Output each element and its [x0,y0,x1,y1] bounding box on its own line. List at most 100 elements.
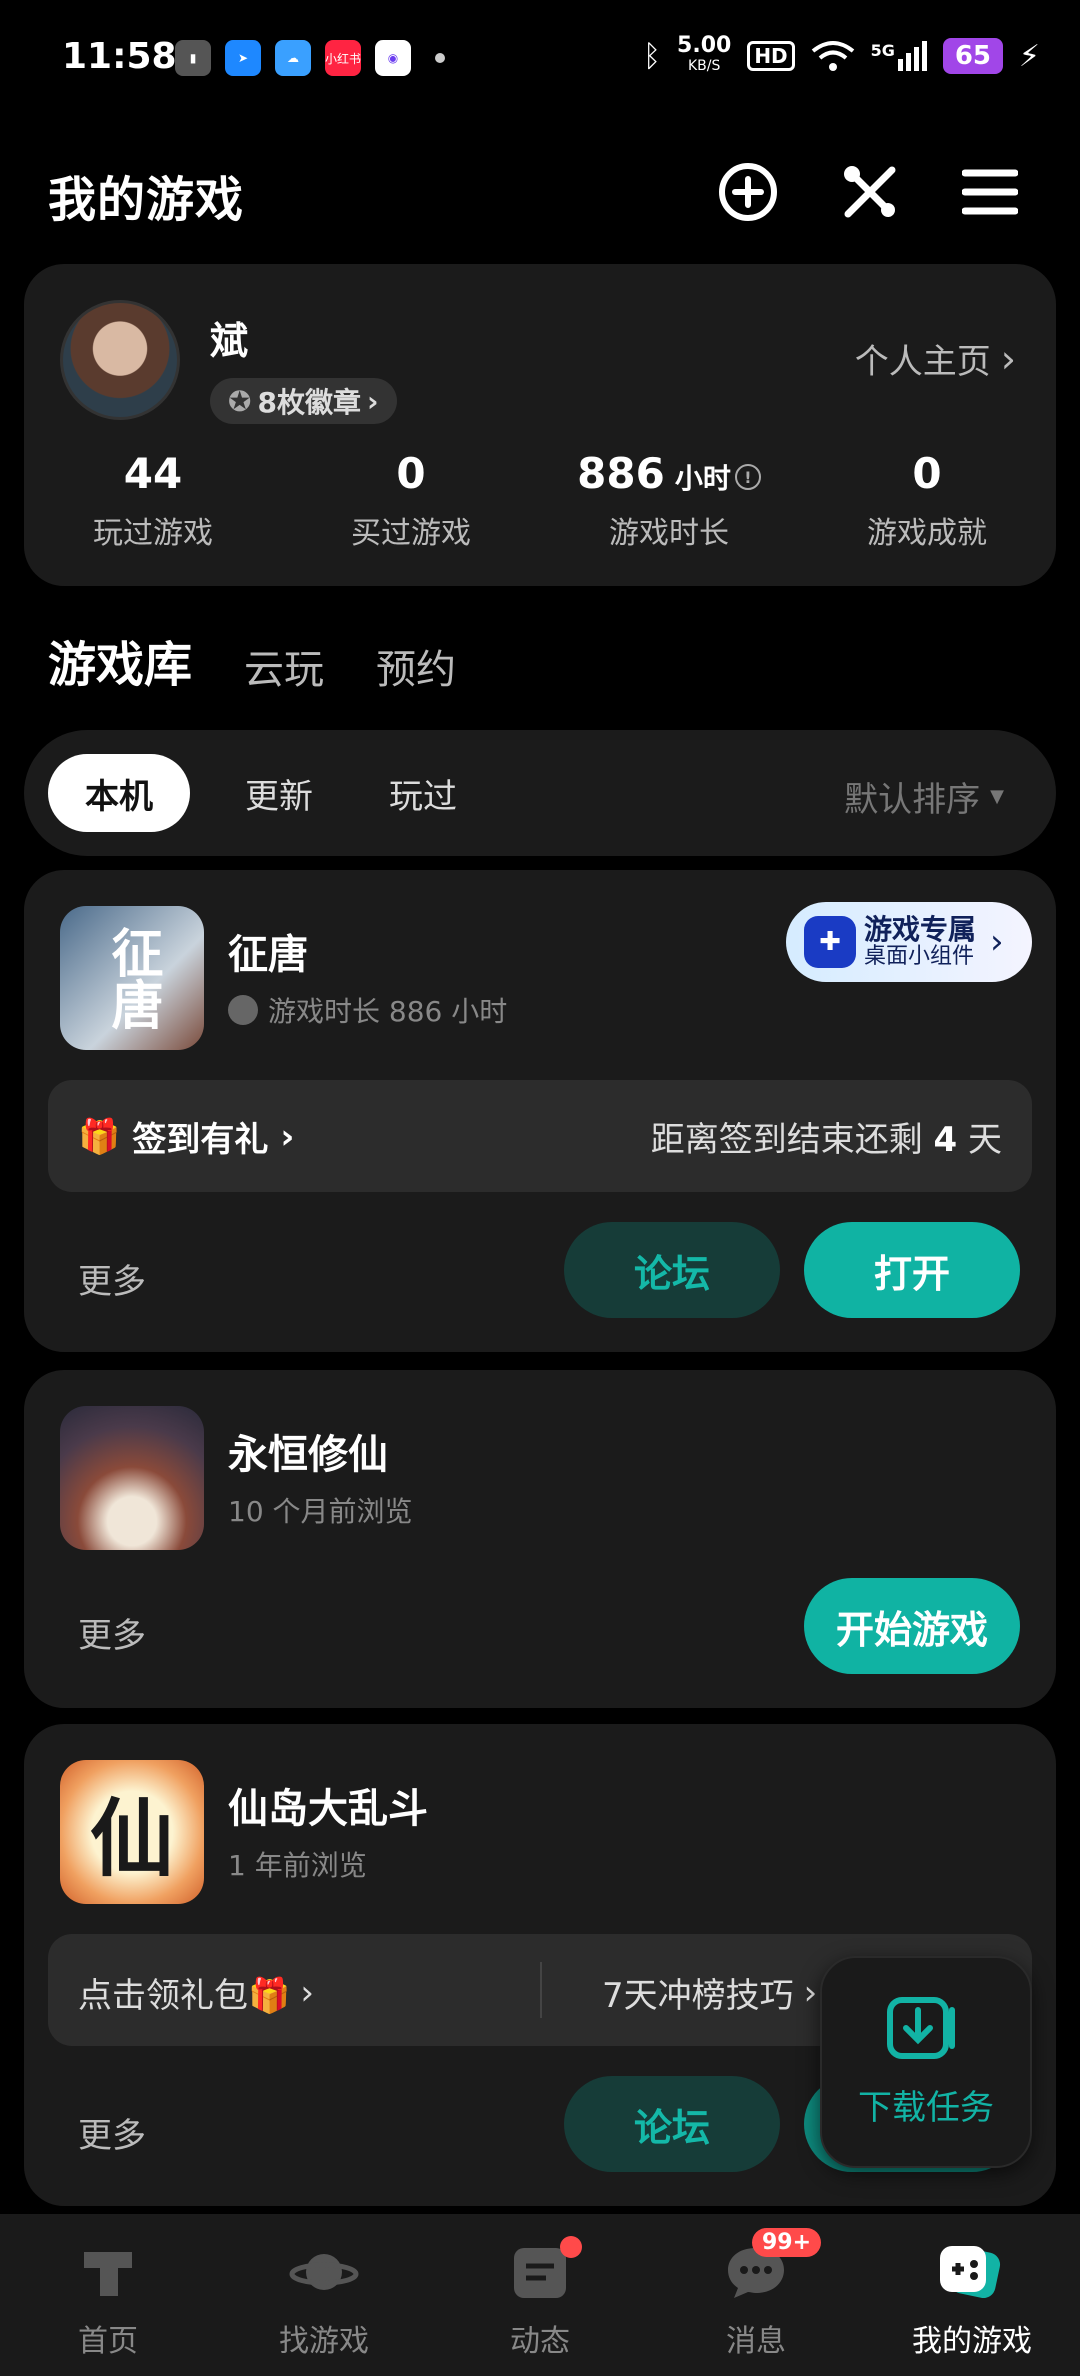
nav-my-games[interactable]: 我的游戏 [864,2214,1080,2376]
stat-value: 0 [912,449,942,498]
caret-down-icon: ▼ [990,786,1004,807]
divider [540,1962,542,2018]
nav-messages[interactable]: 99+ 消息 [648,2214,864,2376]
hd-icon: HD [747,41,795,71]
badges-label: 8枚徽章 [257,386,361,419]
game-subtitle: 1 年前浏览 [228,1849,367,1882]
app-header: 我的游戏 [0,150,1080,230]
more-link[interactable]: 更多 [78,2108,146,2157]
status-time: 11:58 [62,36,177,77]
stat-bought[interactable]: 0 买过游戏 [282,449,540,552]
nav-discover[interactable]: 找游戏 [216,2214,432,2376]
filter-updates[interactable]: 更新 [208,754,350,832]
game-logo-text: 仙 [89,1788,174,1888]
notification-app-icon: ➤ [225,40,261,76]
sort-label: 默认排序 [844,780,981,820]
gamepad-icon: ✚ [804,916,856,968]
nav-home[interactable]: 首页 [0,2214,216,2376]
notification-dot [560,2236,582,2258]
game-logo-text: 征唐 [102,926,163,1030]
open-button[interactable]: 打开 [804,1222,1020,1318]
game-icon[interactable]: 仙 [60,1760,204,1904]
gift-pack-label: 点击领礼包🎁 [78,1976,291,2016]
notification-app-icon: ◉ [375,40,411,76]
stat-label: 买过游戏 [351,516,471,551]
gift-icon: 🎁 [78,1116,121,1157]
desktop-widget-button[interactable]: ✚ 游戏专属 桌面小组件 › [786,902,1032,982]
game-name[interactable]: 仙岛大乱斗 [228,1776,428,1834]
chevron-right-icon: › [990,922,1004,962]
stat-achievements[interactable]: 0 游戏成就 [798,449,1056,552]
library-tabs: 游戏库 云玩 预约 [43,625,456,697]
more-link[interactable]: 更多 [78,1254,146,1303]
notification-app-icon: ▮ [175,40,211,76]
game-icon[interactable] [60,1406,204,1550]
start-game-button[interactable]: 开始游戏 [804,1578,1020,1674]
nav-label: 首页 [78,2324,138,2359]
charging-icon: ⚡ [1018,38,1040,74]
avatar[interactable] [60,300,180,420]
username: 斌 [210,319,249,363]
forum-button[interactable]: 论坛 [564,1222,780,1318]
sort-dropdown[interactable]: 默认排序 ▼ [844,772,1004,821]
playtime-text: 游戏时长 886 小时 [268,995,508,1028]
ranking-tips-link[interactable]: 7天冲榜技巧 › [602,1968,817,2017]
tab-library[interactable]: 游戏库 [43,625,197,697]
medal-icon: ✪ [228,384,252,418]
status-bar: 11:58 ▮ ➤ ☁ 小红书 ◉ ᛒ 5.00 KB/S HD 5G 65 ⚡ [0,0,1080,120]
bottom-nav: 首页 找游戏 动态 99+ 消息 我的游戏 [0,2214,1080,2376]
game-subtitle: 游戏时长 886 小时 [228,990,507,1030]
widget-title: 游戏专属 [864,912,977,946]
chevron-right-icon: › [1000,336,1016,381]
nav-feed[interactable]: 动态 [432,2214,648,2376]
page-title: 我的游戏 [48,172,245,228]
tools-icon [844,166,896,218]
info-icon[interactable]: ! [734,464,761,490]
profile-home-link[interactable]: 个人主页 › [855,334,1016,383]
badges-button[interactable]: ✪ 8枚徽章 › [210,378,397,424]
chevron-right-icon: › [803,1972,818,2013]
nav-label: 找游戏 [279,2324,369,2359]
download-icon [887,1996,955,2059]
game-card: 永恒修仙 10 个月前浏览 更多 开始游戏 [24,1370,1056,1708]
game-name[interactable]: 永恒修仙 [228,1422,388,1480]
forum-button[interactable]: 论坛 [564,2076,780,2172]
game-name[interactable]: 征唐 [228,922,308,980]
planet-icon [289,2254,359,2290]
tab-cloud[interactable]: 云玩 [244,637,324,695]
checkin-strip[interactable]: 🎁 签到有礼 › 距离签到结束还剩 4 天 [48,1080,1032,1192]
nav-label: 我的游戏 [912,2324,1032,2359]
filter-bar: 本机 更新 玩过 默认排序 ▼ [24,730,1056,856]
chevron-right-icon: › [366,384,379,418]
tab-reserve[interactable]: 预约 [376,637,456,695]
stats-row: 44 玩过游戏 0 买过游戏 886 小时! 游戏时长 0 游戏成就 [24,449,1056,552]
chevron-right-icon: › [280,1116,295,1157]
ranking-tips-label: 7天冲榜技巧 [602,1976,794,2016]
add-game-button[interactable] [716,160,780,224]
more-link[interactable]: 更多 [78,1608,146,1657]
profile-card: 斌 ✪ 8枚徽章 › 个人主页 › 44 玩过游戏 0 买过游戏 886 小时!… [24,264,1056,586]
wifi-icon [811,41,854,71]
nav-label: 消息 [726,2324,786,2359]
bluetooth-icon: ᛒ [643,38,662,74]
gift-pack-link[interactable]: 点击领礼包🎁 › [78,1968,314,2017]
battery-indicator: 65 [942,38,1003,74]
plus-circle-icon [719,163,777,221]
hamburger-icon [962,169,1018,215]
status-app-icons: ▮ ➤ ☁ 小红书 ◉ [175,40,445,76]
download-task-label: 下载任务 [858,2087,994,2128]
signal-icon: 5G [871,41,927,71]
menu-button[interactable] [958,160,1022,224]
stat-value: 44 [123,449,183,498]
home-icon [84,2252,132,2296]
more-notifications-dot [435,53,445,63]
game-icon[interactable]: 征唐 [60,906,204,1050]
stat-playtime[interactable]: 886 小时! 游戏时长 [540,449,798,552]
gamepad-icon [940,2246,1001,2299]
stat-played[interactable]: 44 玩过游戏 [24,449,282,552]
notification-app-icon: ☁ [275,40,311,76]
filter-local[interactable]: 本机 [48,754,190,832]
tools-button[interactable] [838,160,902,224]
download-task-button[interactable]: 下载任务 [820,1956,1032,2168]
filter-played[interactable]: 玩过 [352,754,494,832]
